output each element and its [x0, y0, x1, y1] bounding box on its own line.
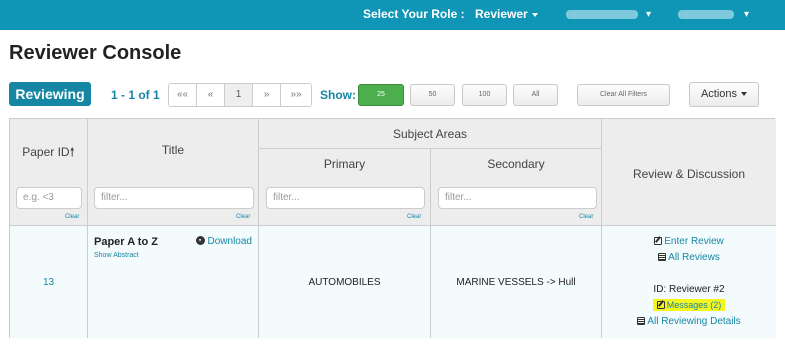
primary-subject: AUTOMOBILES	[308, 277, 381, 288]
header-subject-areas-label: Subject Areas	[392, 127, 468, 141]
secondary-cell: MARINE VESSELS -> Hull	[431, 226, 602, 338]
header-secondary-label: Secondary	[487, 157, 545, 171]
paper-title: Paper A to Z	[94, 236, 158, 248]
page-title: Reviewer Console	[9, 42, 182, 64]
result-range: 1 - 1 of 1	[111, 88, 160, 102]
show-label: Show:	[320, 88, 356, 102]
download-label: Download	[207, 236, 252, 247]
messages-label: Messages (2)	[666, 300, 722, 310]
download-icon	[195, 236, 205, 245]
chevron-down-icon: ▾	[744, 9, 750, 20]
clear-all-filters-button[interactable]: Clear All Filters	[577, 84, 670, 106]
header-subject-areas: Subject Areas	[259, 119, 602, 149]
reviewer-id: ID: Reviewer #2	[653, 284, 725, 295]
review-cell: Enter Review All Reviews ID: Reviewer #2…	[602, 226, 776, 338]
paper-id-filter-input[interactable]: e.g. <3	[16, 187, 82, 209]
all-reviewing-details-label: All Reviewing Details	[647, 316, 741, 327]
list-icon	[637, 317, 646, 325]
header-paper-id[interactable]: Paper ID🠕	[10, 119, 88, 226]
edit-icon	[656, 301, 665, 309]
next-page-button[interactable]: »	[253, 84, 281, 106]
primary-cell: AUTOMOBILES	[259, 226, 431, 338]
title-filter-input[interactable]: filter...	[94, 187, 254, 209]
header-title[interactable]: Title	[88, 119, 259, 226]
primary-filter-input[interactable]: filter...	[266, 187, 425, 209]
reviewing-badge: Reviewing	[9, 82, 91, 106]
last-page-button[interactable]: »»	[281, 84, 311, 106]
secondary-subject: MARINE VESSELS -> Hull	[456, 277, 576, 288]
edit-icon	[654, 237, 663, 245]
chevron-down-icon	[531, 12, 538, 17]
papers-table: Paper ID🠕 Title Subject Areas Primary Se…	[9, 118, 776, 338]
first-page-button[interactable]: ««	[169, 84, 197, 106]
role-dropdown[interactable]: Reviewer	[475, 7, 538, 21]
all-reviews-link[interactable]: All Reviews	[658, 252, 720, 263]
show-all-button[interactable]: All	[513, 84, 558, 106]
all-reviewing-details-link[interactable]: All Reviewing Details	[637, 316, 741, 327]
enter-review-label: Enter Review	[664, 236, 724, 247]
chevron-down-icon	[741, 92, 748, 97]
show-25-button[interactable]: 25	[358, 84, 404, 106]
list-icon	[658, 253, 667, 261]
title-cell: Paper A to Z Download Show Abstract	[88, 226, 259, 338]
actions-dropdown[interactable]: Actions	[689, 82, 759, 107]
secondary-filter-input[interactable]: filter...	[438, 187, 597, 209]
header-title-label: Title	[161, 143, 185, 157]
primary-clear-link[interactable]: Clear	[407, 214, 421, 220]
header-review: Review & Discussion	[602, 119, 776, 226]
paper-id-link[interactable]: 13	[10, 277, 87, 288]
header-primary-label: Primary	[323, 157, 366, 171]
download-link[interactable]: Download	[195, 236, 252, 247]
table-row: 13	[10, 226, 88, 338]
all-reviews-label: All Reviews	[668, 252, 720, 263]
show-abstract-link[interactable]: Show Abstract	[94, 252, 139, 259]
redacted-user-menu[interactable]	[678, 10, 734, 19]
header-review-label: Review & Discussion	[632, 167, 746, 181]
secondary-clear-link[interactable]: Clear	[579, 214, 593, 220]
role-value: Reviewer	[475, 7, 528, 21]
title-clear-link[interactable]: Clear	[236, 214, 250, 220]
header-paper-id-label: Paper ID	[22, 145, 70, 159]
chevron-down-icon: ▾	[646, 9, 652, 20]
prev-page-button[interactable]: «	[197, 84, 225, 106]
pagination: «« « 1 » »»	[168, 83, 312, 107]
paper-id-clear-link[interactable]: Clear	[65, 214, 79, 220]
page-1-button[interactable]: 1	[225, 84, 253, 106]
show-50-button[interactable]: 50	[410, 84, 455, 106]
enter-review-link[interactable]: Enter Review	[654, 236, 724, 247]
redacted-menu-item[interactable]	[566, 10, 638, 19]
sort-asc-icon: 🠕	[69, 145, 75, 159]
role-label: Select Your Role :	[363, 7, 465, 21]
show-100-button[interactable]: 100	[462, 84, 507, 106]
actions-label: Actions	[700, 88, 738, 100]
top-navbar: Select Your Role : Reviewer ▾ ▾	[0, 0, 785, 30]
messages-link[interactable]: Messages (2)	[652, 299, 726, 311]
